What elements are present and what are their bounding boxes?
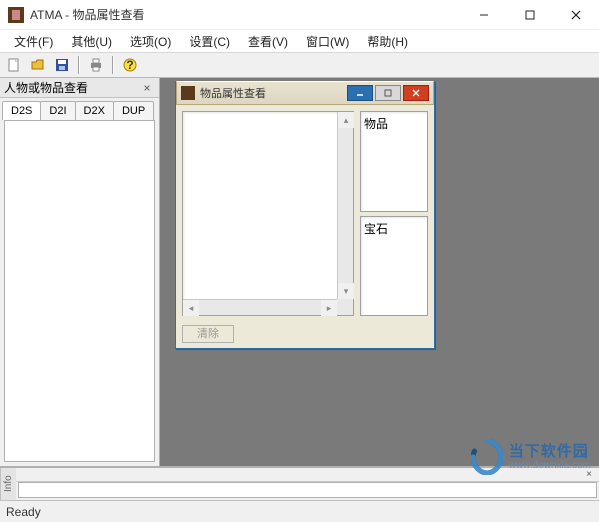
child-window-buttons [347,85,429,101]
scroll-up-icon[interactable]: ▴ [338,112,354,128]
window-titlebar: ATMA - 物品属性查看 [0,0,599,30]
window-buttons [461,0,599,30]
menubar: 文件(F) 其他(U) 选项(O) 设置(C) 查看(V) 窗口(W) 帮助(H… [0,30,599,52]
child-window: 物品属性查看 ▴ ▾ ◂ [175,81,435,349]
tab-d2x[interactable]: D2X [75,101,114,120]
mdi-area: 物品属性查看 ▴ ▾ ◂ [160,78,599,466]
left-dock-header: 人物或物品查看 × [0,78,159,98]
tab-dup[interactable]: DUP [113,101,154,120]
scroll-track[interactable] [338,128,353,283]
child-app-icon [181,86,195,100]
maximize-button[interactable] [507,0,553,30]
scroll-left-icon[interactable]: ◂ [183,300,199,316]
child-minimize-button[interactable] [347,85,373,101]
info-dock: Info × [0,466,599,500]
toolbar: ? [0,52,599,78]
menu-window[interactable]: 窗口(W) [298,31,357,52]
info-dock-body: × [16,468,599,500]
items-box[interactable]: 物品 [360,111,428,212]
close-button[interactable] [553,0,599,30]
left-dock-tabs: D2S D2I D2X DUP [0,98,159,120]
menu-file[interactable]: 文件(F) [6,31,61,52]
child-maximize-button[interactable] [375,85,401,101]
child-titlebar[interactable]: 物品属性查看 [176,81,434,105]
left-dock-content[interactable] [4,120,155,462]
print-icon[interactable] [86,55,106,75]
scrollbar-horizontal[interactable]: ◂ ▸ [183,299,337,315]
left-dock: 人物或物品查看 × D2S D2I D2X DUP [0,78,160,466]
open-icon[interactable] [28,55,48,75]
scroll-track[interactable] [199,300,321,315]
menu-config[interactable]: 设置(C) [181,31,238,52]
child-footer: 清除 [176,322,434,349]
info-dock-close-icon[interactable]: × [583,469,595,481]
menu-other[interactable]: 其他(U) [63,31,120,52]
child-title: 物品属性查看 [200,85,347,101]
item-list[interactable]: ▴ ▾ ◂ ▸ [182,111,354,316]
toolbar-separator [78,56,80,74]
scroll-right-icon[interactable]: ▸ [321,300,337,316]
minimize-button[interactable] [461,0,507,30]
menu-options[interactable]: 选项(O) [122,31,179,52]
toolbar-separator [112,56,114,74]
tab-d2i[interactable]: D2I [40,101,75,120]
new-icon[interactable] [4,55,24,75]
window-title: ATMA - 物品属性查看 [30,6,461,23]
info-dock-header: × [16,468,599,482]
statusbar: Ready [0,500,599,522]
status-text: Ready [6,505,41,519]
help-icon[interactable]: ? [120,55,140,75]
child-close-button[interactable] [403,85,429,101]
left-dock-title: 人物或物品查看 [4,79,88,96]
info-dock-content[interactable] [18,482,597,498]
menu-help[interactable]: 帮助(H) [359,31,416,52]
menu-view[interactable]: 查看(V) [240,31,296,52]
child-body: ▴ ▾ ◂ ▸ 物品 [176,105,434,322]
info-dock-label[interactable]: Info [0,468,16,500]
scrollbar-vertical[interactable]: ▴ ▾ [337,112,353,299]
child-right-panel: 物品 宝石 [360,111,428,316]
app-icon [8,7,24,23]
gems-label: 宝石 [364,222,388,236]
scroll-corner [337,299,353,315]
svg-text:?: ? [126,58,133,72]
tab-d2s[interactable]: D2S [2,101,41,120]
items-label: 物品 [364,117,388,131]
left-dock-close-icon[interactable]: × [139,80,155,96]
child-left-panel: ▴ ▾ ◂ ▸ [182,111,354,316]
gems-box[interactable]: 宝石 [360,216,428,317]
save-icon[interactable] [52,55,72,75]
scroll-down-icon[interactable]: ▾ [338,283,354,299]
main-area: 人物或物品查看 × D2S D2I D2X DUP 物品属性查看 [0,78,599,466]
clear-button[interactable]: 清除 [182,325,234,343]
